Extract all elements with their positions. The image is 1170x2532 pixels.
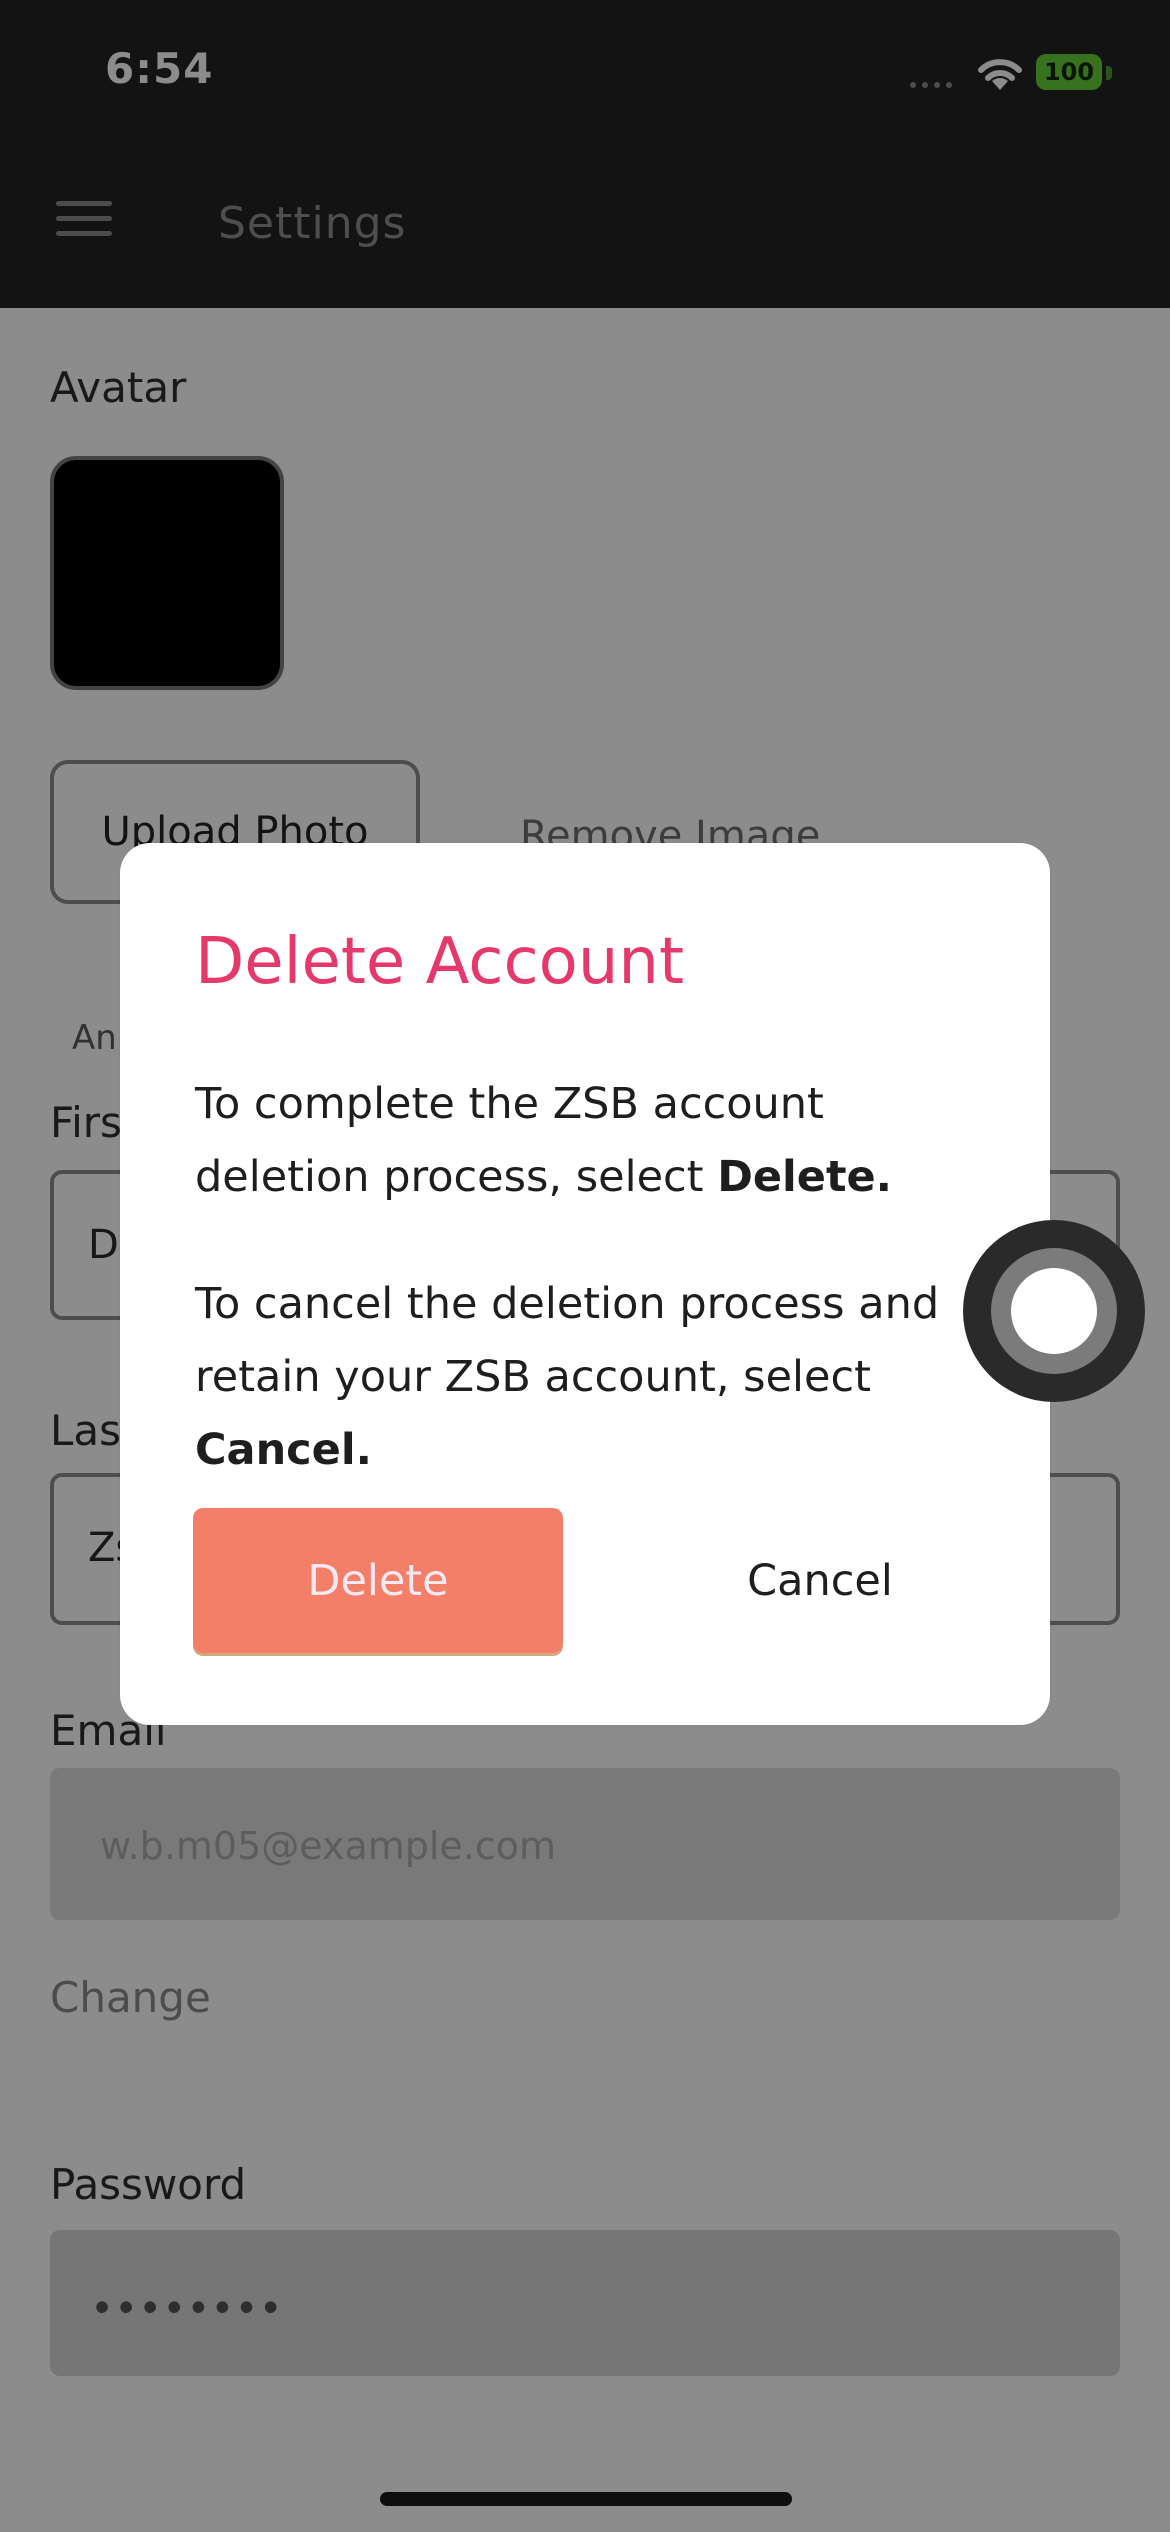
dialog-paragraph-cancel-text: To cancel the deletion process and retai… (195, 1279, 940, 1402)
assistive-touch-icon[interactable] (963, 1220, 1145, 1402)
dialog-paragraph-delete: To complete the ZSB account deletion pro… (195, 1068, 975, 1214)
screen: 6:54 100 Settings Avatar Upload Photo Re… (0, 0, 1170, 2532)
dialog-cancel-emphasis: Cancel. (195, 1425, 372, 1475)
delete-button[interactable]: Delete (193, 1508, 563, 1653)
dialog-body: To complete the ZSB account deletion pro… (195, 1068, 975, 1541)
dialog-title: Delete Account (195, 925, 685, 999)
dialog-paragraph-cancel: To cancel the deletion process and retai… (195, 1268, 975, 1487)
cancel-button[interactable]: Cancel (660, 1508, 980, 1653)
dialog-delete-emphasis: Delete. (717, 1152, 893, 1202)
delete-account-dialog: Delete Account To complete the ZSB accou… (120, 843, 1050, 1725)
